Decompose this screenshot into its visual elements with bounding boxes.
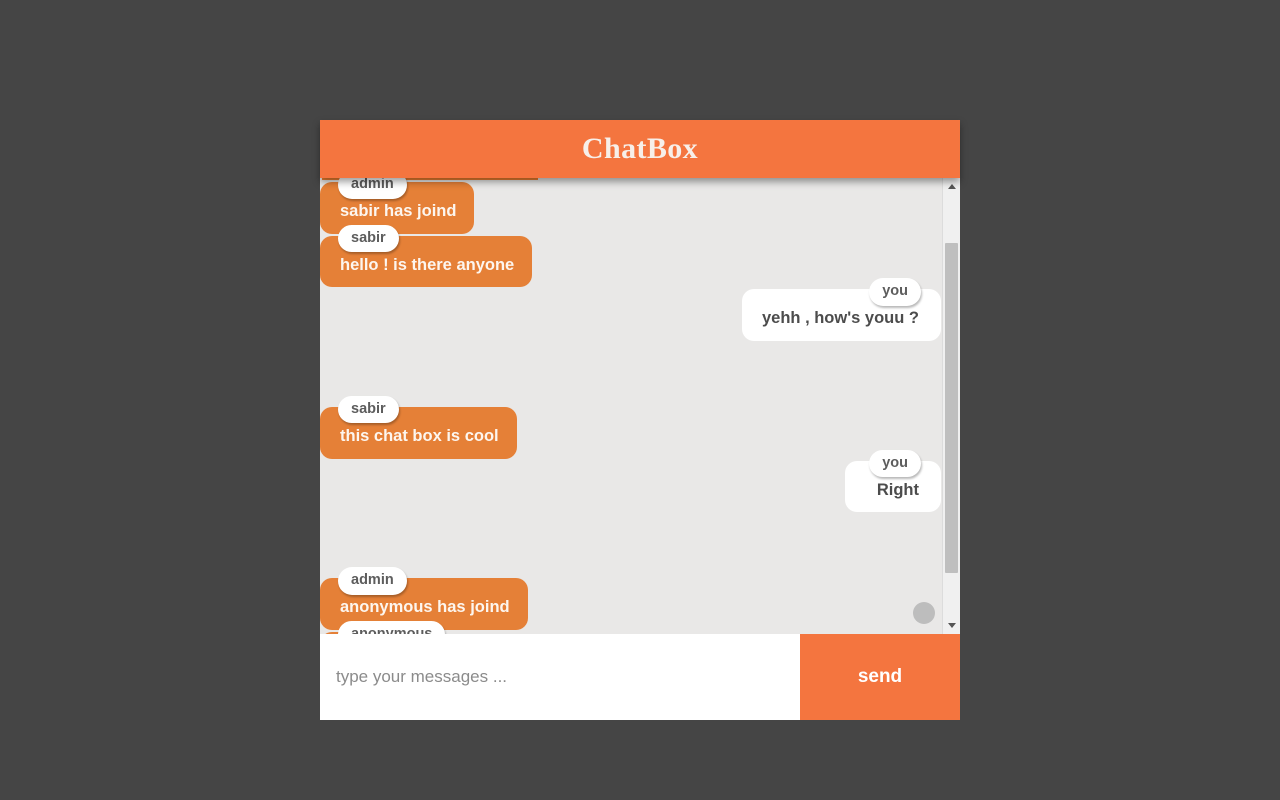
message-sender-badge: you — [869, 449, 921, 477]
message-text: yehh , how's youu ? — [761, 309, 919, 328]
message-bubble: you yehh , how's youu ? — [741, 278, 941, 341]
message-sender-badge: admin — [338, 178, 407, 199]
message-bubble: you Right — [845, 449, 941, 513]
message-scroll-region[interactable]: admin sabir has joind sabir hello ! is ther… — [320, 178, 942, 634]
message-sender-badge: sabir — [338, 395, 399, 424]
message-row: you yehh , how's youu ? — [320, 278, 941, 341]
chat-header: ChatBox — [320, 120, 960, 178]
messages-area: admin sabir has joind sabir hello ! is ther… — [320, 178, 960, 634]
scroll-up-button[interactable] — [943, 178, 960, 195]
message-sender-badge: sabir — [338, 224, 399, 253]
message-bubble: anonymoushii — [320, 620, 446, 634]
message-row: you Right — [320, 449, 941, 513]
messages-scrollbar[interactable] — [942, 178, 960, 634]
message-text: Right — [876, 480, 919, 499]
message-sender-badge: anonymous — [338, 620, 446, 634]
message-composer: send — [320, 634, 960, 720]
message-text: hello ! is there anyone — [340, 255, 515, 274]
message-bubble: sabir hello ! is there anyone — [320, 224, 533, 288]
message-gap — [320, 514, 941, 576]
message-input[interactable] — [320, 634, 800, 720]
triangle-down-icon — [947, 623, 956, 628]
chat-window: ChatBox admin sabir has joind sabir hello !… — [320, 120, 960, 720]
message-sender-badge: you — [869, 278, 921, 306]
message-row: anonymoushii — [320, 620, 941, 634]
scroll-down-button[interactable] — [943, 617, 960, 634]
triangle-up-icon — [947, 184, 956, 189]
scroll-to-bottom-button[interactable] — [913, 602, 935, 624]
message-text: anonymous has joind — [340, 598, 510, 617]
message-text: this chat box is cool — [340, 426, 499, 445]
message-row: admin sabir has joind — [320, 178, 941, 234]
message-gap — [320, 343, 941, 405]
scrollbar-thumb[interactable] — [945, 243, 958, 573]
message-row: sabir this chat box is cool — [320, 395, 941, 459]
page-title: ChatBox — [581, 132, 699, 165]
message-list: admin sabir has joind sabir hello ! is ther… — [320, 178, 941, 634]
message-text: sabir has joind — [340, 202, 457, 220]
send-button[interactable]: send — [800, 634, 960, 720]
message-bubble: admin sabir has joind — [320, 178, 475, 234]
message-row: sabir hello ! is there anyone — [320, 224, 941, 288]
message-bubble: sabir this chat box is cool — [320, 395, 517, 459]
message-sender-badge: admin — [338, 567, 407, 595]
